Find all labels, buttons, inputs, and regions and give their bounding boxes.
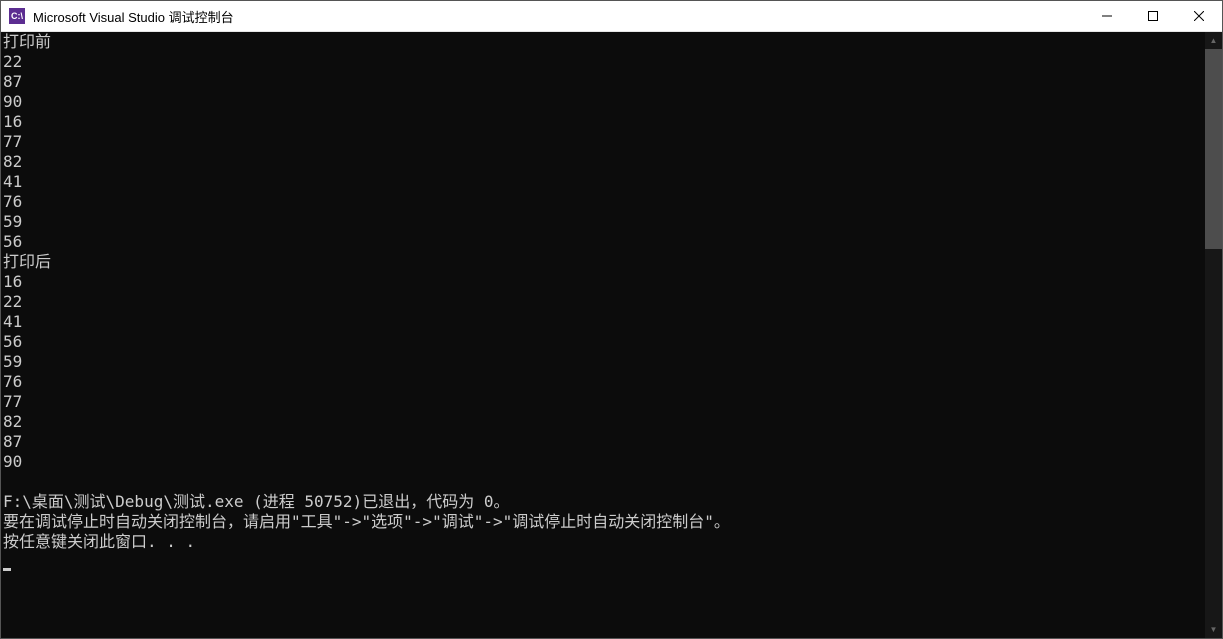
console-line: 56 bbox=[3, 332, 1203, 352]
console-line: 76 bbox=[3, 372, 1203, 392]
text-cursor bbox=[3, 568, 11, 571]
scroll-up-arrow[interactable]: ▲ bbox=[1205, 32, 1222, 49]
console-area: 打印前22879016778241765956打印后16224156597677… bbox=[1, 32, 1222, 638]
console-line: 16 bbox=[3, 272, 1203, 292]
console-line: 22 bbox=[3, 292, 1203, 312]
console-line: 59 bbox=[3, 352, 1203, 372]
vertical-scrollbar[interactable]: ▲ ▼ bbox=[1205, 32, 1222, 638]
scroll-down-arrow[interactable]: ▼ bbox=[1205, 621, 1222, 638]
console-line: 90 bbox=[3, 452, 1203, 472]
console-line: 87 bbox=[3, 72, 1203, 92]
minimize-button[interactable] bbox=[1084, 1, 1130, 31]
console-line: 87 bbox=[3, 432, 1203, 452]
console-line: 按任意键关闭此窗口. . . bbox=[3, 532, 1203, 552]
console-line: 56 bbox=[3, 232, 1203, 252]
console-line: 16 bbox=[3, 112, 1203, 132]
console-line: 打印后 bbox=[3, 252, 1203, 272]
console-line: 82 bbox=[3, 412, 1203, 432]
app-icon: C:\ bbox=[9, 8, 25, 24]
console-line: 77 bbox=[3, 392, 1203, 412]
console-output[interactable]: 打印前22879016778241765956打印后16224156597677… bbox=[1, 32, 1205, 638]
window-titlebar[interactable]: C:\ Microsoft Visual Studio 调试控制台 bbox=[1, 1, 1222, 32]
close-button[interactable] bbox=[1176, 1, 1222, 31]
console-line: 22 bbox=[3, 52, 1203, 72]
console-line: F:\桌面\测试\Debug\测试.exe (进程 50752)已退出，代码为 … bbox=[3, 492, 1203, 512]
window-controls bbox=[1084, 1, 1222, 31]
window-title: Microsoft Visual Studio 调试控制台 bbox=[33, 7, 1084, 26]
console-line: 90 bbox=[3, 92, 1203, 112]
console-line: 41 bbox=[3, 172, 1203, 192]
console-line: 41 bbox=[3, 312, 1203, 332]
console-line: 76 bbox=[3, 192, 1203, 212]
console-line: 77 bbox=[3, 132, 1203, 152]
console-line: 打印前 bbox=[3, 32, 1203, 52]
console-line: 59 bbox=[3, 212, 1203, 232]
console-line: 要在调试停止时自动关闭控制台，请启用"工具"->"选项"->"调试"->"调试停… bbox=[3, 512, 1203, 532]
console-line bbox=[3, 472, 1203, 492]
scroll-thumb[interactable] bbox=[1205, 49, 1222, 249]
maximize-button[interactable] bbox=[1130, 1, 1176, 31]
console-line: 82 bbox=[3, 152, 1203, 172]
cursor-line bbox=[3, 552, 1203, 572]
